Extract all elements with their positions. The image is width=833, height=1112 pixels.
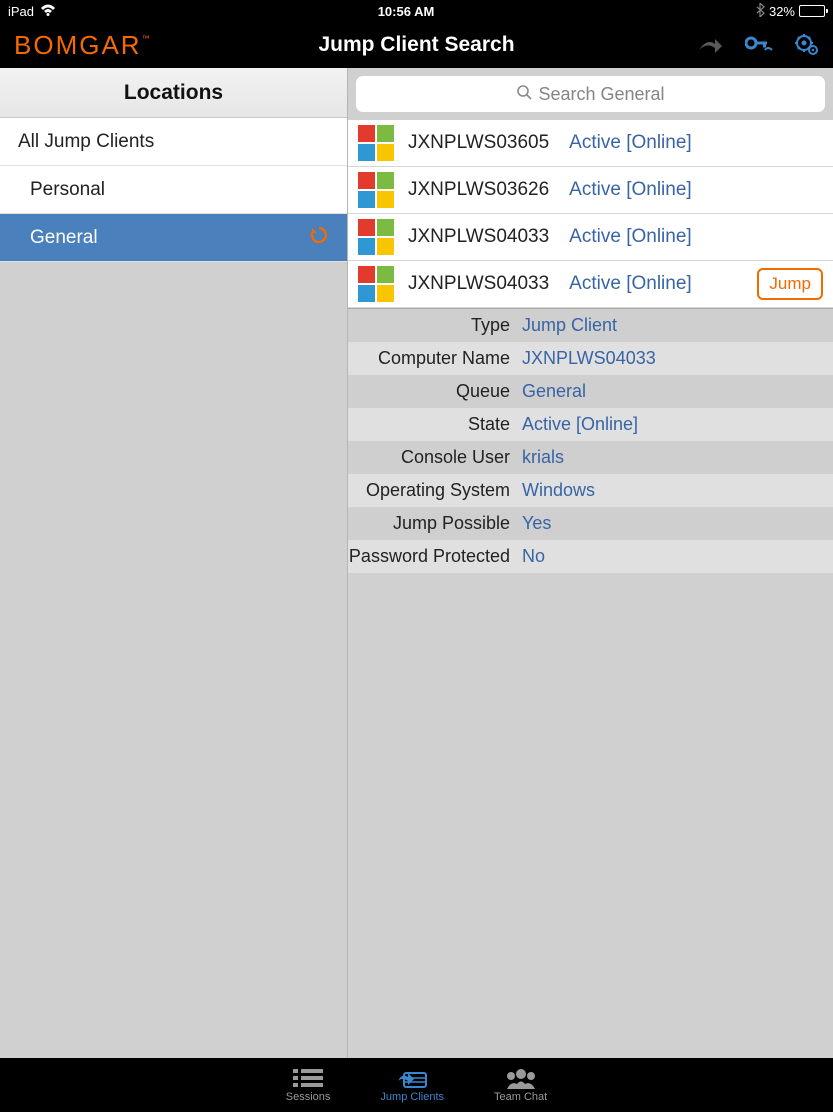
refresh-icon[interactable] (309, 225, 329, 251)
tab-bar: Sessions Jump Clients Team Chat (0, 1058, 833, 1112)
client-name: JXNPLWS03626 (408, 179, 549, 201)
tab-label: Sessions (286, 1091, 331, 1103)
detail-row: TypeJump Client (348, 309, 833, 342)
battery-percent: 32% (769, 4, 795, 19)
nav-bar: BOMGAR™ Jump Client Search (0, 22, 833, 68)
sidebar-item-all[interactable]: All Jump Clients (0, 118, 347, 166)
detail-row: Jump PossibleYes (348, 507, 833, 540)
clock: 10:56 AM (56, 4, 756, 19)
search-placeholder: Search General (538, 84, 664, 105)
device-label: iPad (8, 4, 34, 19)
windows-icon (358, 125, 394, 161)
client-name: JXNPLWS04033 (408, 273, 549, 295)
status-bar: iPad 10:56 AM 32% (0, 0, 833, 22)
client-row[interactable]: JXNPLWS04033 Active [Online] (348, 214, 833, 261)
detail-row: Console Userkrials (348, 441, 833, 474)
jump-clients-icon (396, 1067, 428, 1089)
content-pane: Search General JXNPLWS03605 Active [Onli… (348, 68, 833, 1058)
sidebar-item-label: All Jump Clients (18, 131, 154, 153)
sidebar-item-label: General (30, 227, 98, 249)
key-icon[interactable] (745, 36, 773, 54)
windows-icon (358, 219, 394, 255)
detail-row: Operating SystemWindows (348, 474, 833, 507)
tab-sessions[interactable]: Sessions (286, 1067, 331, 1103)
client-status: Active [Online] (569, 226, 692, 248)
client-status: Active [Online] (569, 179, 692, 201)
sidebar-header: Locations (0, 68, 347, 118)
tab-jump-clients[interactable]: Jump Clients (380, 1067, 444, 1103)
detail-row: Computer NameJXNPLWS04033 (348, 342, 833, 375)
jump-button[interactable]: Jump (757, 268, 823, 300)
tab-label: Jump Clients (380, 1091, 444, 1103)
client-status: Active [Online] (569, 132, 692, 154)
sidebar-item-general[interactable]: General (0, 214, 347, 262)
search-input[interactable]: Search General (356, 76, 825, 112)
tab-label: Team Chat (494, 1091, 547, 1103)
bluetooth-icon (756, 3, 765, 20)
detail-row: StateActive [Online] (348, 408, 833, 441)
wifi-icon (40, 4, 56, 19)
client-name: JXNPLWS04033 (408, 226, 549, 248)
client-status: Active [Online] (569, 273, 692, 295)
battery-icon (799, 5, 825, 17)
client-row-selected[interactable]: JXNPLWS04033 Active [Online] Jump (348, 261, 833, 308)
detail-row: QueueGeneral (348, 375, 833, 408)
client-row[interactable]: JXNPLWS03605 Active [Online] (348, 120, 833, 167)
detail-row: Password ProtectedNo (348, 540, 833, 573)
gear-icon[interactable] (795, 34, 819, 56)
search-icon (516, 84, 532, 105)
sidebar-item-personal[interactable]: Personal (0, 166, 347, 214)
windows-icon (358, 172, 394, 208)
client-name: JXNPLWS03605 (408, 132, 549, 154)
sidebar-item-label: Personal (30, 179, 105, 201)
windows-icon (358, 266, 394, 302)
details-panel: TypeJump Client Computer NameJXNPLWS0403… (348, 308, 833, 573)
sidebar: Locations All Jump Clients Personal Gene… (0, 68, 348, 1058)
list-icon (293, 1067, 323, 1089)
forward-arrow-icon[interactable] (697, 36, 723, 54)
team-icon (505, 1067, 537, 1089)
brand-logo: BOMGAR™ (14, 30, 152, 61)
client-row[interactable]: JXNPLWS03626 Active [Online] (348, 167, 833, 214)
tab-team-chat[interactable]: Team Chat (494, 1067, 547, 1103)
